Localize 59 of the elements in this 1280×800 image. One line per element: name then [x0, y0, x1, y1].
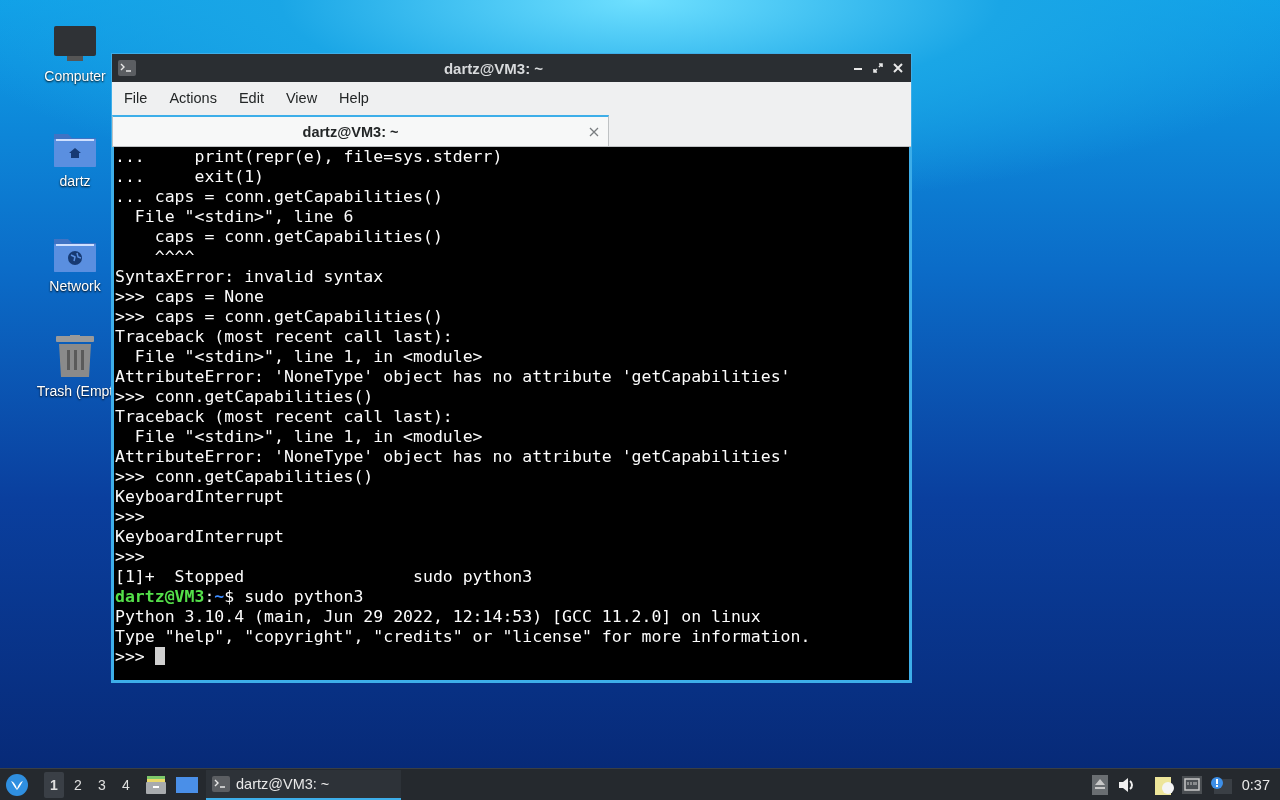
network-folder-icon: [54, 236, 96, 272]
file-manager-icon[interactable]: [146, 775, 166, 794]
monitor-icon: [54, 26, 96, 62]
terminal-tab[interactable]: dartz@VM3: ~: [112, 115, 609, 146]
terminal-line: >>>: [115, 647, 165, 667]
network-wired-icon[interactable]: [1181, 775, 1202, 794]
terminal-output[interactable]: [112, 147, 911, 682]
terminal-line: File "<stdin>", line 6: [133, 207, 354, 227]
terminal-icon: [118, 60, 136, 76]
terminal-line: Traceback (most recent call last):: [115, 407, 453, 427]
terminal-line: Type "help", "copyright", "credits" or "license" for more information.: [115, 627, 811, 647]
terminal-line: >>> conn.getCapabilities(): [115, 467, 374, 487]
terminal-line: >>> caps = None: [115, 287, 264, 307]
trash-icon: [56, 335, 94, 377]
terminal-line: ^^^^: [153, 247, 195, 267]
close-button[interactable]: [891, 61, 905, 75]
home-folder-icon: [54, 131, 96, 167]
menu-item[interactable]: Help: [331, 85, 377, 110]
workspace-button[interactable]: 4: [116, 771, 136, 798]
menu-item[interactable]: Edit: [230, 85, 272, 110]
terminal-line: SyntaxError: invalid syntax: [115, 267, 384, 287]
workspace-button[interactable]: 2: [68, 771, 88, 798]
restore-button[interactable]: [871, 61, 885, 75]
desktop-icon-label[interactable]: dartz: [59, 173, 91, 189]
terminal-line: >>> conn.getCapabilities(): [115, 387, 374, 407]
terminal-icon: [212, 775, 230, 792]
terminal-line: dartz@VM3:~$ sudo python3: [115, 587, 364, 607]
terminal-line: caps = conn.getCapabilities(): [153, 227, 443, 247]
menu-item[interactable]: Actions: [161, 85, 225, 110]
show-desktop-icon[interactable]: [176, 776, 198, 793]
terminal-line: Traceback (most recent call last):: [115, 327, 453, 347]
workspace-button[interactable]: 1: [44, 771, 64, 798]
volume-icon[interactable]: [1117, 776, 1136, 793]
terminal-line: AttributeError: 'NoneType' object has no attribute 'getCapabilities': [115, 447, 791, 467]
terminal-line: File "<stdin>", line 1, in <module>: [133, 347, 483, 367]
terminal-line: Python 3.10.4 (main, Jun 29 2022, 12:14:53) [GCC 11.2.0] on linux: [115, 607, 761, 627]
terminal-line: ... exit(1): [115, 167, 264, 187]
workspace-button[interactable]: 3: [92, 771, 112, 798]
window-title: dartz@VM3: ~: [442, 59, 545, 77]
terminal-line: ... caps = conn.getCapabilities(): [115, 187, 443, 207]
terminal-line: >>> caps = conn.getCapabilities(): [115, 307, 443, 327]
clipboard-icon[interactable]: [1153, 774, 1174, 795]
terminal-line: ... print(repr(e), file=sys.stderr): [115, 147, 503, 167]
terminal-line: >>>: [115, 507, 145, 527]
desktop-icon-label[interactable]: Network: [49, 278, 101, 294]
terminal-line: File "<stdin>", line 1, in <module>: [133, 427, 483, 447]
terminal-line: >>>: [115, 547, 145, 567]
terminal-line: [1]+ Stopped sudo python3: [115, 567, 533, 587]
start-menu-icon[interactable]: [6, 773, 28, 796]
notification-icon[interactable]: [1209, 775, 1232, 794]
terminal-line: KeyboardInterrupt: [115, 487, 284, 507]
clock[interactable]: 0:37: [1241, 776, 1270, 793]
menu-item[interactable]: View: [277, 85, 326, 110]
terminal-line: AttributeError: 'NoneType' object has no attribute 'getCapabilities': [115, 367, 791, 387]
terminal-line: KeyboardInterrupt: [115, 527, 284, 547]
eject-icon[interactable]: [1091, 774, 1108, 795]
close-tab-icon[interactable]: [588, 125, 600, 138]
menu-item[interactable]: File: [116, 85, 156, 110]
taskbar-task-button[interactable]: dartz@VM3: ~: [206, 769, 401, 800]
